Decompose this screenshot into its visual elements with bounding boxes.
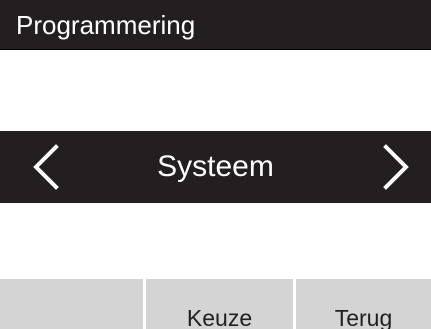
chevron-right-icon: [383, 144, 409, 190]
page-title: Programmering: [16, 10, 196, 40]
previous-item-button[interactable]: [26, 144, 66, 190]
menu-selector: Systeem: [0, 131, 431, 203]
display-screen: Programmering Systeem Keuze Terug: [0, 0, 431, 329]
softkey-left[interactable]: [0, 279, 143, 329]
selected-menu-item: Systeem: [157, 150, 274, 183]
back-button-label: Terug: [334, 305, 393, 329]
softkey-bar: Keuze Terug: [0, 279, 431, 329]
select-button[interactable]: Keuze: [143, 279, 293, 329]
next-item-button[interactable]: [376, 144, 416, 190]
title-bar: Programmering: [0, 0, 431, 50]
chevron-left-icon: [33, 144, 59, 190]
back-button[interactable]: Terug: [293, 279, 431, 329]
select-button-label: Keuze: [186, 305, 253, 329]
